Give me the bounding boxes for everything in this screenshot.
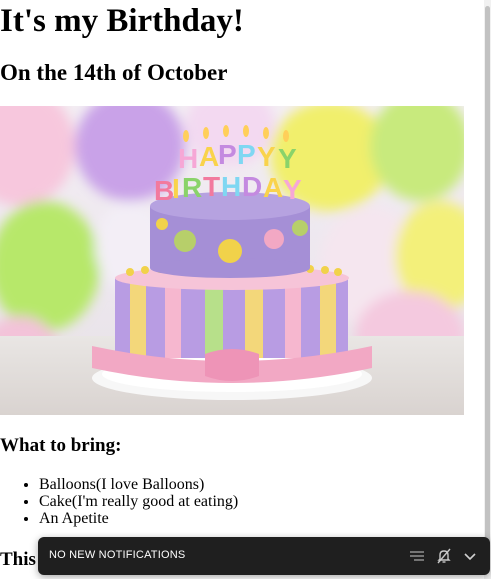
- bring-heading: What to bring:: [0, 435, 122, 456]
- svg-text:H: H: [178, 143, 198, 174]
- svg-text:P: P: [218, 139, 237, 170]
- list-item: Balloons(I love Balloons): [39, 476, 238, 493]
- bring-list: Balloons(I love Balloons) Cake(I'm reall…: [0, 476, 238, 527]
- notification-toast: NO NEW NOTIFICATIONS: [38, 537, 490, 575]
- svg-text:Y: Y: [257, 141, 276, 172]
- clear-all-icon[interactable]: [408, 547, 426, 565]
- chevron-down-icon[interactable]: [461, 547, 479, 565]
- list-item: An Apetite: [39, 510, 238, 527]
- birthday-cake-image: H A P P Y Y B I R T H D A Y: [0, 106, 464, 415]
- do-not-disturb-icon[interactable]: [435, 547, 453, 565]
- scrollbar-thumb[interactable]: [485, 6, 490, 566]
- cake-bottom-tier: [115, 266, 349, 358]
- partial-heading: This: [0, 549, 36, 570]
- svg-text:A: A: [199, 141, 219, 172]
- svg-text:I: I: [172, 173, 180, 204]
- page: It's my Birthday! On the 14th of October: [0, 0, 484, 579]
- svg-text:R: R: [182, 172, 202, 203]
- svg-text:A: A: [263, 172, 283, 203]
- notification-text: NO NEW NOTIFICATIONS: [49, 549, 186, 561]
- svg-text:D: D: [242, 171, 262, 202]
- svg-text:T: T: [203, 171, 220, 202]
- svg-text:P: P: [237, 139, 256, 170]
- svg-text:Y: Y: [278, 143, 297, 174]
- page-title: It's my Birthday!: [0, 3, 244, 39]
- svg-text:H: H: [221, 171, 241, 202]
- list-item: Cake(I'm really good at eating): [39, 493, 238, 510]
- page-subtitle: On the 14th of October: [0, 60, 228, 85]
- vertical-scrollbar[interactable]: [484, 0, 491, 579]
- svg-text:Y: Y: [283, 174, 302, 205]
